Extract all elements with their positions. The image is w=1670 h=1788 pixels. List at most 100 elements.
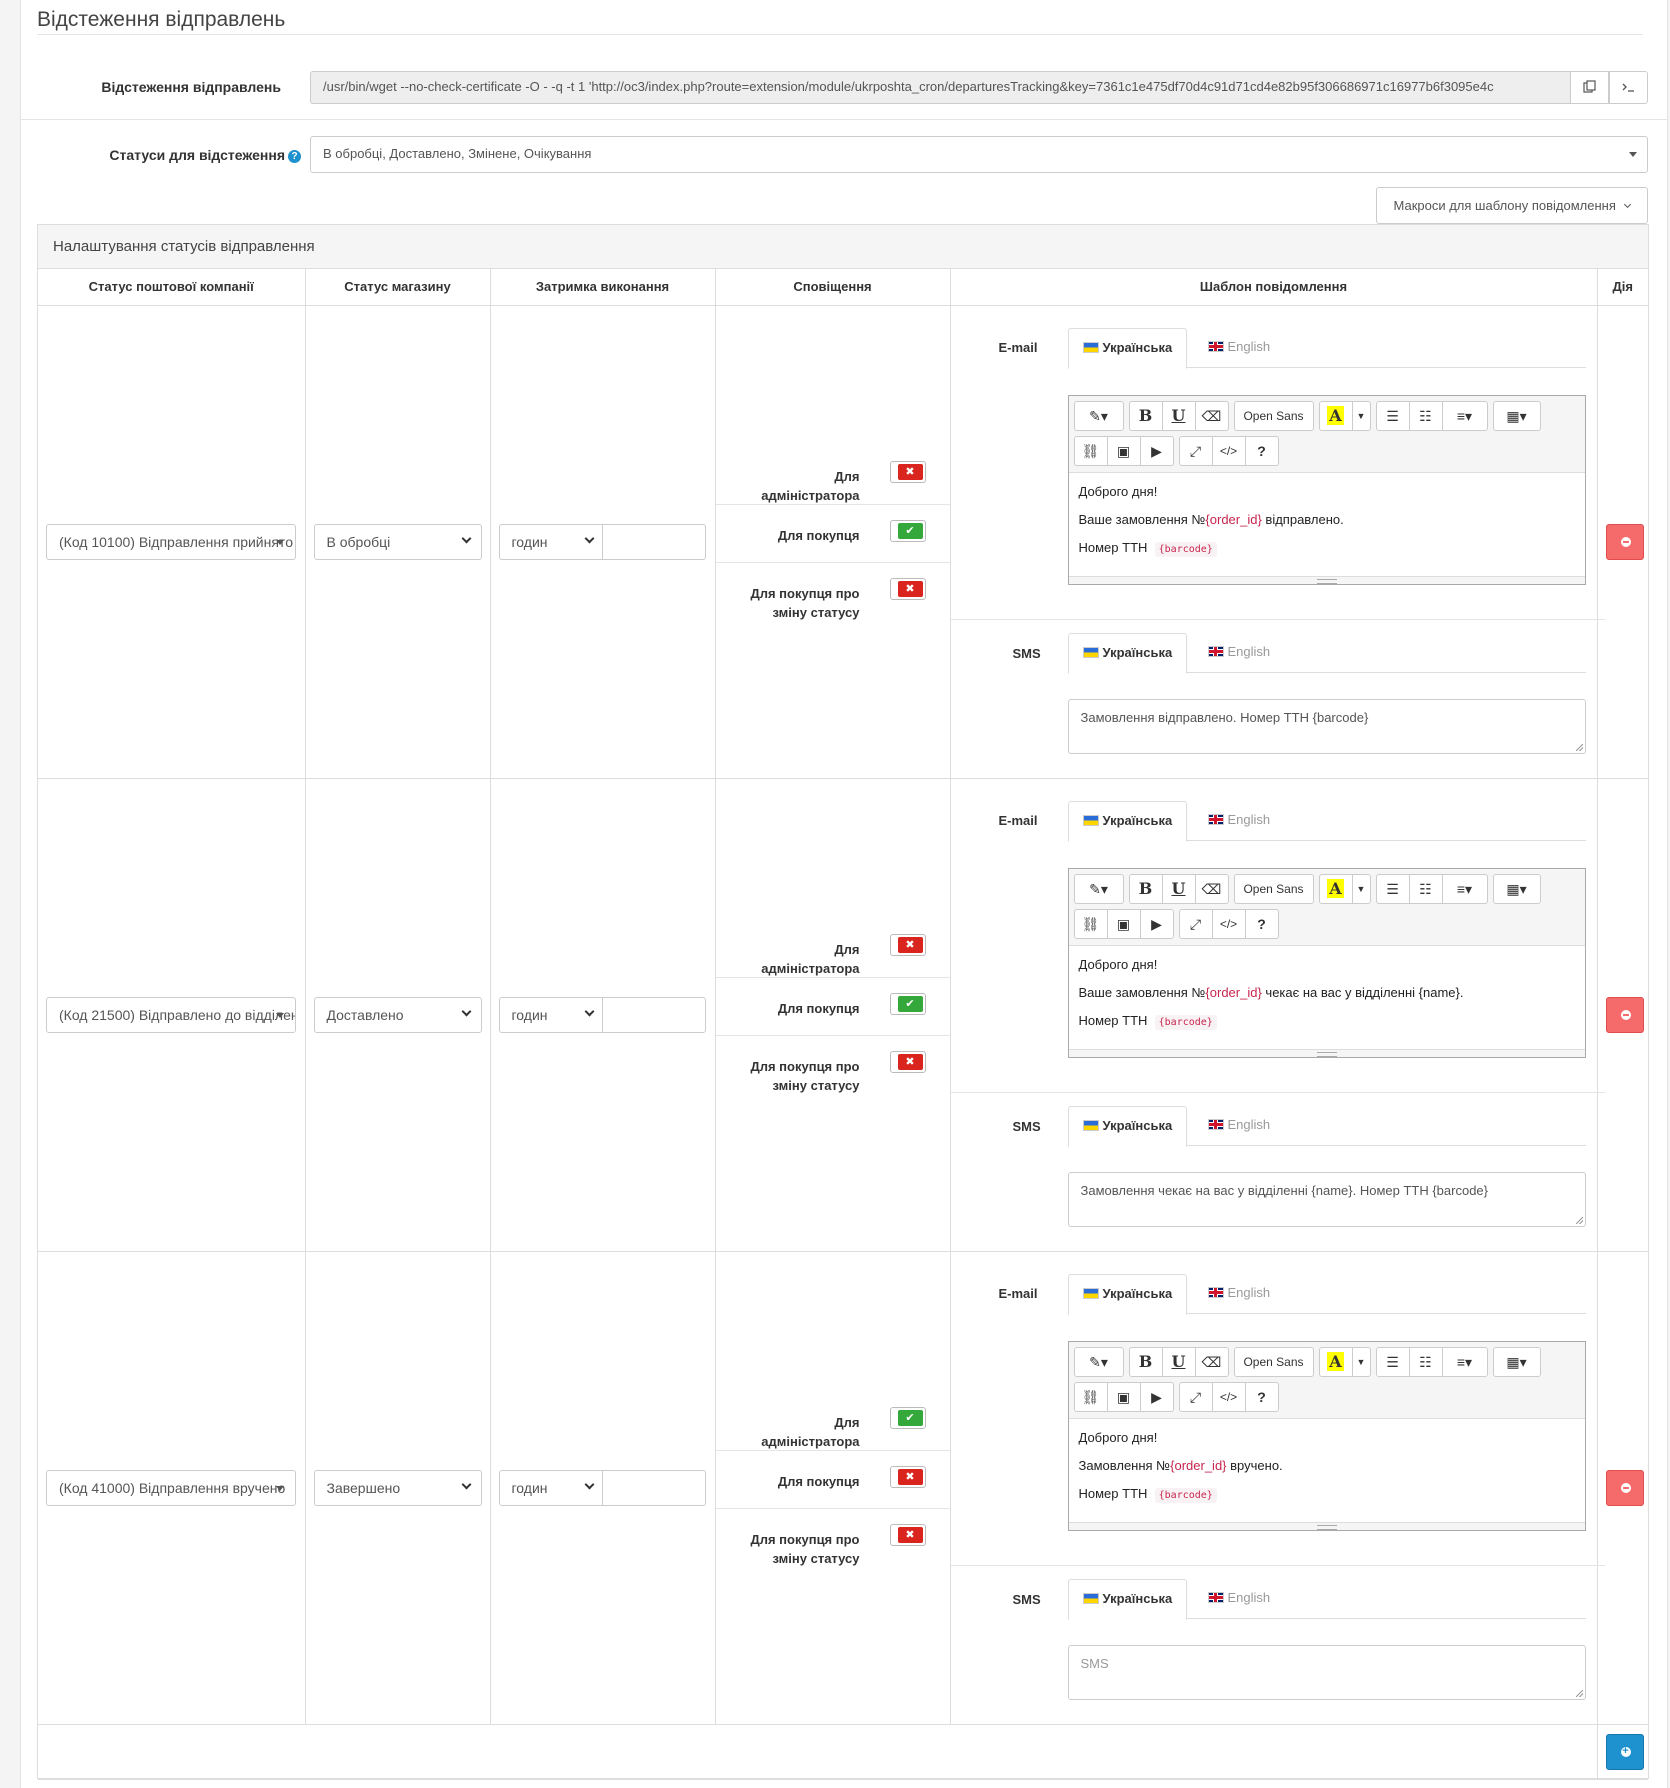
macros-dropdown-button[interactable]: Макроси для шаблону повідомлення — [1376, 187, 1648, 224]
tab-english[interactable]: English — [1194, 801, 1285, 842]
tab-ukrainian[interactable]: Українська — [1067, 1273, 1188, 1315]
tab-ukrainian[interactable]: Українська — [1067, 800, 1188, 842]
image-button[interactable]: ▣ — [1106, 908, 1141, 939]
underline-button[interactable]: U — [1161, 1346, 1196, 1377]
notify-customer-toggle[interactable]: ✖ — [889, 1465, 926, 1488]
underline-button[interactable]: U — [1161, 400, 1196, 431]
clear-format-button[interactable]: ⌫ — [1194, 1346, 1229, 1377]
delay-value-input[interactable] — [601, 523, 706, 560]
email-body[interactable]: Доброго дня! Ваше замовлення №{order_id}… — [1069, 473, 1585, 579]
delay-value-input[interactable] — [601, 996, 706, 1033]
paragraph-align-button[interactable]: ≡▾ — [1441, 400, 1488, 431]
postal-status-select[interactable]: (Код 10100) Відправлення прийнято — [46, 523, 296, 560]
color-dropdown-button[interactable]: ▼ — [1351, 1346, 1371, 1377]
table-button[interactable]: ▦▾ — [1492, 400, 1541, 431]
video-button[interactable]: ▶ — [1139, 435, 1174, 466]
underline-button[interactable]: U — [1161, 873, 1196, 904]
tracking-command-input[interactable]: /usr/bin/wget --no-check-certificate -O … — [310, 71, 1570, 104]
table-button[interactable]: ▦▾ — [1492, 873, 1541, 904]
unordered-list-button[interactable]: ☰ — [1375, 1346, 1410, 1377]
bold-button[interactable]: B — [1128, 873, 1163, 904]
ordered-list-button[interactable]: ☷ — [1408, 400, 1443, 431]
sms-textarea[interactable]: Замовлення відправлено. Номер ТТН {barco… — [1067, 698, 1586, 754]
fullscreen-button[interactable]: ⤢ — [1178, 908, 1213, 939]
tab-english[interactable]: English — [1194, 1274, 1285, 1315]
unordered-list-button[interactable]: ☰ — [1375, 400, 1410, 431]
magic-style-button[interactable]: ✎▾ — [1073, 873, 1124, 904]
font-family-button[interactable]: Open Sans — [1233, 873, 1314, 904]
magic-style-button[interactable]: ✎▾ — [1073, 400, 1124, 431]
ordered-list-button[interactable]: ☷ — [1408, 1346, 1443, 1377]
font-family-button[interactable]: Open Sans — [1233, 1346, 1314, 1377]
fullscreen-button[interactable]: ⤢ — [1178, 1381, 1213, 1412]
tab-english[interactable]: English — [1194, 633, 1285, 674]
postal-status-select[interactable]: (Код 41000) Відправлення вручено — [46, 1469, 296, 1506]
video-button[interactable]: ▶ — [1139, 908, 1174, 939]
tab-ukrainian[interactable]: Українська — [1067, 632, 1188, 674]
remove-row-button[interactable] — [1605, 996, 1644, 1033]
image-button[interactable]: ▣ — [1106, 435, 1141, 466]
postal-status-select[interactable]: (Код 21500) Відправлено до відділення — [46, 996, 296, 1033]
add-row-button[interactable] — [1605, 1733, 1644, 1770]
sms-textarea[interactable]: Замовлення чекає на вас у відділенні {na… — [1067, 1171, 1586, 1227]
paragraph-align-button[interactable]: ≡▾ — [1441, 873, 1488, 904]
remove-row-button[interactable] — [1605, 523, 1644, 560]
email-body[interactable]: Доброго дня! Замовлення №{order_id} вруч… — [1069, 1419, 1585, 1525]
notify-customer-status-toggle[interactable]: ✖ — [889, 1523, 926, 1546]
delay-value-input[interactable] — [601, 1469, 706, 1506]
notify-customer-toggle[interactable]: ✔ — [889, 992, 926, 1015]
copy-button[interactable] — [1570, 71, 1609, 104]
table-button[interactable]: ▦▾ — [1492, 1346, 1541, 1377]
video-button[interactable]: ▶ — [1139, 1381, 1174, 1412]
paragraph-align-button[interactable]: ≡▾ — [1441, 1346, 1488, 1377]
email-rich-editor[interactable]: ✎▾ B U ⌫ Open Sans A ▼ ☰ ☷ ≡▾ ▦▾ ⛓ ▣ ▶ ⤢… — [1067, 394, 1586, 585]
help-icon[interactable]: ? — [288, 150, 301, 163]
fullscreen-button[interactable]: ⤢ — [1178, 435, 1213, 466]
tab-english[interactable]: English — [1194, 1579, 1285, 1620]
email-rich-editor[interactable]: ✎▾ B U ⌫ Open Sans A ▼ ☰ ☷ ≡▾ ▦▾ ⛓ ▣ ▶ ⤢… — [1067, 1340, 1586, 1531]
shop-status-select[interactable]: Доставлено — [313, 996, 482, 1033]
notify-admin-toggle[interactable]: ✖ — [889, 460, 926, 483]
ordered-list-button[interactable]: ☷ — [1408, 873, 1443, 904]
notify-customer-status-toggle[interactable]: ✖ — [889, 577, 926, 600]
notify-customer-status-toggle[interactable]: ✖ — [889, 1050, 926, 1073]
help-button[interactable]: ? — [1244, 435, 1279, 466]
bold-button[interactable]: B — [1128, 400, 1163, 431]
bold-button[interactable]: B — [1128, 1346, 1163, 1377]
editor-resize-handle[interactable] — [1068, 1521, 1585, 1530]
tab-english[interactable]: English — [1194, 1106, 1285, 1147]
text-color-button[interactable]: A — [1318, 400, 1353, 431]
help-button[interactable]: ? — [1244, 1381, 1279, 1412]
tracking-statuses-select[interactable]: В обробці, Доставлено, Змінене, Очікуван… — [310, 136, 1648, 173]
code-view-button[interactable]: </> — [1211, 435, 1246, 466]
code-view-button[interactable]: </> — [1211, 1381, 1246, 1412]
link-button[interactable]: ⛓ — [1073, 1381, 1108, 1412]
help-button[interactable]: ? — [1244, 908, 1279, 939]
editor-resize-handle[interactable] — [1068, 1048, 1585, 1057]
magic-style-button[interactable]: ✎▾ — [1073, 1346, 1124, 1377]
tab-ukrainian[interactable]: Українська — [1067, 1578, 1188, 1620]
email-rich-editor[interactable]: ✎▾ B U ⌫ Open Sans A ▼ ☰ ☷ ≡▾ ▦▾ ⛓ ▣ ▶ ⤢… — [1067, 867, 1586, 1058]
editor-resize-handle[interactable] — [1068, 575, 1585, 584]
clear-format-button[interactable]: ⌫ — [1194, 400, 1229, 431]
link-button[interactable]: ⛓ — [1073, 435, 1108, 466]
notify-admin-toggle[interactable]: ✔ — [889, 1406, 926, 1429]
remove-row-button[interactable] — [1605, 1469, 1644, 1506]
shop-status-select[interactable]: Завершено — [313, 1469, 482, 1506]
color-dropdown-button[interactable]: ▼ — [1351, 400, 1371, 431]
text-color-button[interactable]: A — [1318, 1346, 1353, 1377]
unordered-list-button[interactable]: ☰ — [1375, 873, 1410, 904]
email-body[interactable]: Доброго дня! Ваше замовлення №{order_id}… — [1069, 946, 1585, 1052]
color-dropdown-button[interactable]: ▼ — [1351, 873, 1371, 904]
clear-format-button[interactable]: ⌫ — [1194, 873, 1229, 904]
shop-status-select[interactable]: В обробці — [313, 523, 482, 560]
tab-ukrainian[interactable]: Українська — [1067, 1105, 1188, 1147]
notify-admin-toggle[interactable]: ✖ — [889, 933, 926, 956]
code-view-button[interactable]: </> — [1211, 908, 1246, 939]
run-command-button[interactable] — [1609, 71, 1648, 104]
tab-english[interactable]: English — [1194, 328, 1285, 369]
notify-customer-toggle[interactable]: ✔ — [889, 519, 926, 542]
font-family-button[interactable]: Open Sans — [1233, 400, 1314, 431]
text-color-button[interactable]: A — [1318, 873, 1353, 904]
sms-textarea[interactable]: SMS — [1067, 1644, 1586, 1700]
